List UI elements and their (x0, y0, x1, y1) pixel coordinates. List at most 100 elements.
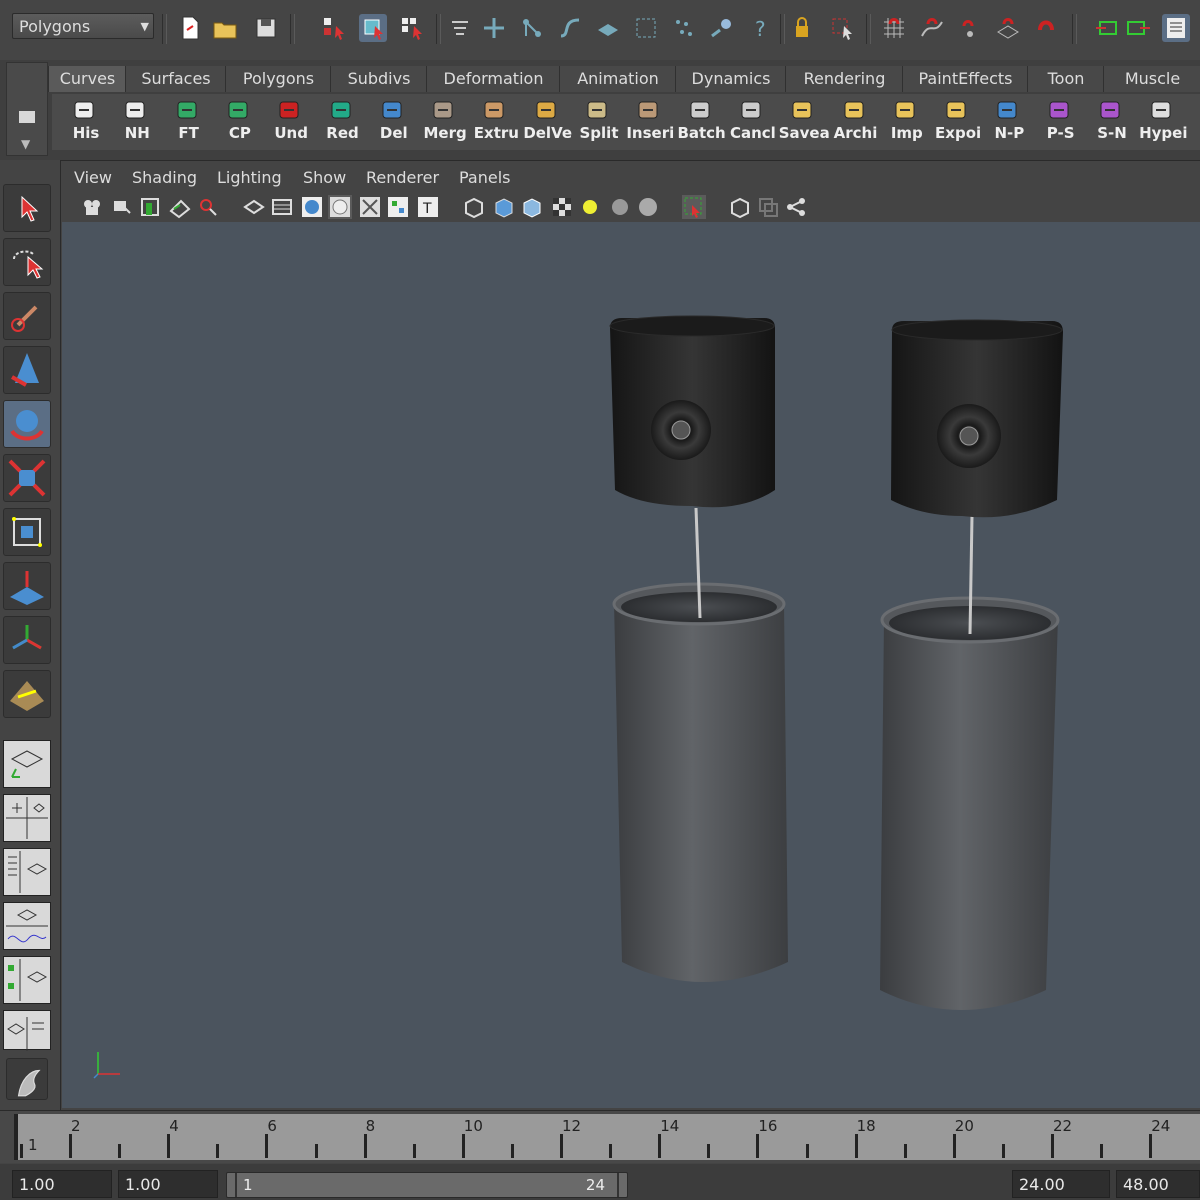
default-light-icon[interactable] (578, 195, 602, 219)
scale-tool[interactable] (3, 454, 51, 502)
make-live-icon[interactable] (1032, 14, 1060, 42)
shelf-tab-dynamics[interactable]: Dynamics (675, 66, 786, 92)
shelf-button-non-history[interactable]: NH (109, 96, 159, 148)
left-speaker-model[interactable] (609, 315, 788, 982)
textured-icon[interactable] (358, 195, 382, 219)
show-manipulator-tool[interactable] (3, 616, 51, 664)
panel-menu-renderer[interactable]: Renderer (366, 168, 439, 187)
image-plane-icon[interactable] (168, 195, 192, 219)
backface-culling-icon[interactable] (550, 195, 574, 219)
shelf-button-cancel[interactable]: Cancl (725, 96, 776, 148)
screen-space-ao-icon[interactable] (636, 195, 660, 219)
pick-rendering-icon[interactable] (708, 14, 736, 42)
shelf-editor-icon[interactable] (19, 111, 35, 123)
menu-set-select[interactable]: Polygons ▼ (12, 13, 154, 39)
gate-mask-icon[interactable] (756, 195, 780, 219)
select-by-component-icon[interactable] (398, 14, 426, 42)
output-ops-icon[interactable] (1124, 14, 1152, 42)
shelf-button-merge[interactable]: Merg (417, 96, 467, 148)
use-all-lights-icon[interactable] (386, 195, 410, 219)
panel-menu-lighting[interactable]: Lighting (217, 168, 282, 187)
shelf-tab-rendering[interactable]: Rendering (785, 66, 903, 92)
chevron-down-icon[interactable]: ▼ (21, 137, 30, 151)
pick-surfaces-icon[interactable] (594, 14, 622, 42)
shelf-tab-surfaces[interactable]: Surfaces (125, 66, 226, 92)
attribute-editor-icon[interactable] (1162, 14, 1190, 42)
new-scene-icon[interactable] (176, 14, 204, 42)
select-tool[interactable] (3, 184, 51, 232)
perspective-viewport[interactable] (62, 222, 1200, 1108)
shelf-tab-toon[interactable]: Toon (1027, 66, 1104, 92)
end-time-field[interactable]: 48.00 (1116, 1170, 1200, 1198)
shelf-button-undo[interactable]: Und (263, 96, 313, 148)
shelf-button-redo[interactable]: Red (315, 96, 365, 148)
shadows-icon[interactable] (608, 195, 632, 219)
right-speaker-model[interactable] (880, 319, 1063, 1010)
shelf-button-export[interactable]: Expoi (930, 96, 981, 148)
bookmarks-icon[interactable] (138, 195, 162, 219)
shelf-button-save[interactable]: Savea (776, 96, 830, 148)
shelf-menu-handle[interactable]: ▼ (6, 62, 48, 156)
shelf-button-delete-history[interactable]: Del (366, 96, 416, 148)
xray-joints-icon[interactable] (520, 195, 544, 219)
shelf-button-archive[interactable]: Archi (828, 96, 878, 148)
shelf-tab-curves[interactable]: Curves (48, 66, 126, 92)
pick-curves-icon[interactable] (556, 14, 584, 42)
input-ops-icon[interactable] (1094, 14, 1122, 42)
shelf-tab-polygons[interactable]: Polygons (225, 66, 331, 92)
shelf-button-hypershade[interactable]: Hypei (1135, 96, 1187, 148)
shelf-button-delete-vertex[interactable]: DelVe (520, 96, 572, 148)
universal-manipulator-tool[interactable] (3, 508, 51, 556)
lasso-tool[interactable] (3, 238, 51, 286)
paint-select-tool[interactable] (3, 292, 51, 340)
shelf-button-split[interactable]: Split (571, 96, 621, 148)
start-time-field[interactable]: 1.00 (12, 1170, 112, 1198)
shelf-button-p-s[interactable]: P-S (1033, 96, 1083, 148)
pick-misc-icon[interactable]: ? (746, 14, 774, 42)
xray-icon[interactable] (492, 195, 516, 219)
time-slider-bar[interactable]: 1 2 4 6 8 10 12 14 16 18 20 22 24 (14, 1114, 1200, 1160)
shelf-button-center-pivot[interactable]: CP (212, 96, 262, 148)
shaded-icon[interactable] (300, 195, 324, 219)
shelf-button-import[interactable]: Imp (879, 96, 929, 148)
camera-attributes-icon[interactable] (110, 195, 134, 219)
last-tool-used[interactable] (3, 670, 51, 718)
snap-to-view-plane-icon[interactable] (994, 14, 1022, 42)
2d-pan-zoom-icon[interactable] (196, 195, 220, 219)
shelf-tab-animation[interactable]: Animation (559, 66, 676, 92)
select-by-object-icon[interactable] (359, 14, 387, 42)
panel-menu-view[interactable]: View (74, 168, 112, 187)
hypershade-persp-layout-button[interactable] (3, 956, 51, 1004)
wireframe-on-shaded-icon[interactable] (328, 195, 352, 219)
shelf-button-insert-edge[interactable]: Inseri (622, 96, 674, 148)
smooth-shade-icon[interactable] (270, 195, 294, 219)
text-icon[interactable]: T (416, 195, 440, 219)
pick-deformations-icon[interactable] (632, 14, 660, 42)
lock-icon[interactable] (788, 14, 816, 42)
filter-icon[interactable] (446, 14, 474, 42)
open-scene-icon[interactable] (211, 14, 239, 42)
single-perspective-layout-button[interactable] (3, 740, 51, 788)
share-icon[interactable] (784, 195, 808, 219)
wireframe-icon[interactable] (242, 195, 266, 219)
shelf-button-s-n[interactable]: S-N (1084, 96, 1134, 148)
shelf-tab-subdivs[interactable]: Subdivs (330, 66, 427, 92)
rotate-tool[interactable] (3, 400, 51, 448)
panel-menu-show[interactable]: Show (303, 168, 346, 187)
select-highlight-viewport-icon[interactable] (682, 195, 706, 219)
select-by-hierarchy-icon[interactable] (320, 14, 348, 42)
persp-graph-layout-button[interactable] (3, 902, 51, 950)
four-view-layout-button[interactable] (3, 794, 51, 842)
snap-to-point-icon[interactable] (956, 14, 984, 42)
persp-outliner-layout-button[interactable] (3, 1010, 51, 1051)
soft-modification-tool[interactable] (3, 562, 51, 610)
snap-to-grid-icon[interactable] (880, 14, 908, 42)
panel-menu-shading[interactable]: Shading (132, 168, 197, 187)
pick-handles-icon[interactable] (480, 14, 508, 42)
shelf-tab-painteffects[interactable]: PaintEffects (902, 66, 1028, 92)
snap-to-curve-icon[interactable] (918, 14, 946, 42)
save-scene-icon[interactable] (252, 14, 280, 42)
shelf-button-or[interactable]: or (1187, 96, 1200, 148)
pick-joints-icon[interactable] (518, 14, 546, 42)
playback-end-field[interactable]: 24.00 (1012, 1170, 1110, 1198)
